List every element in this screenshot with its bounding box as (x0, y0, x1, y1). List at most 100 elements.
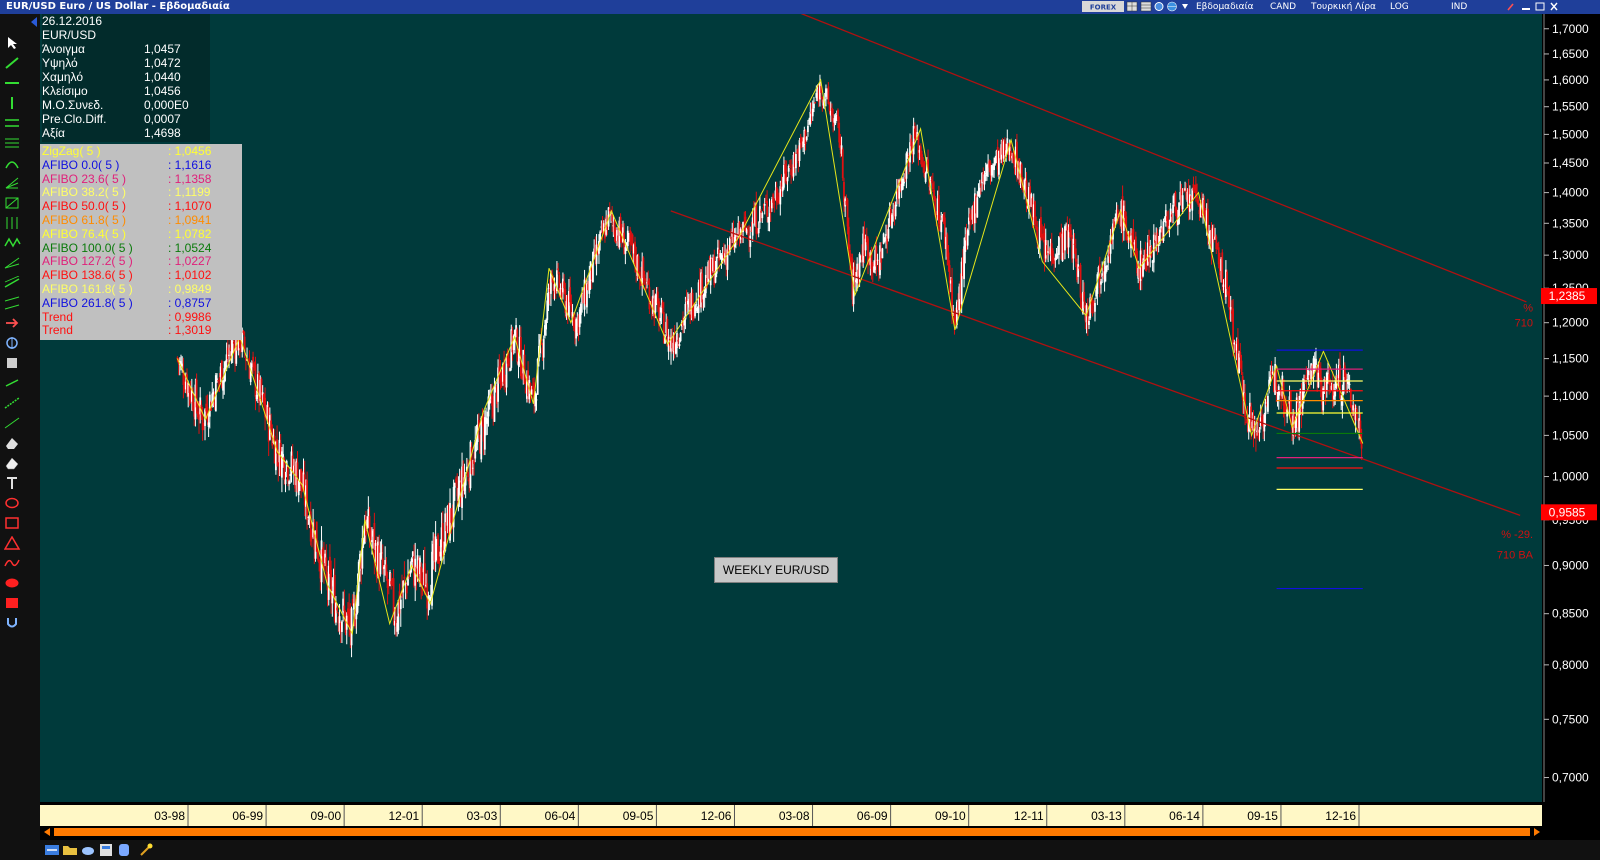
clear-all-icon[interactable] (4, 456, 21, 470)
magic-icon[interactable] (138, 842, 154, 857)
candle-body (746, 227, 749, 230)
candle-body (831, 107, 833, 116)
candle-body (1239, 351, 1242, 358)
fan-tool-icon[interactable] (4, 176, 21, 190)
horizontal-scrollbar[interactable] (40, 826, 1542, 838)
trendline-tool-icon[interactable] (4, 56, 21, 70)
move-tool-icon[interactable] (4, 376, 21, 390)
globe-icon[interactable] (1166, 1, 1178, 12)
candle-body (608, 209, 611, 212)
eraser-icon[interactable] (4, 436, 21, 450)
price-chart[interactable]: 1,7000 1,6500 1,6000 1,5500 1,5000 1,4500 1,40… (40, 14, 1600, 805)
candle-body (335, 602, 337, 623)
magnet-tool-icon[interactable] (4, 616, 21, 630)
restore-icon[interactable] (1534, 1, 1546, 12)
time-axis[interactable]: 03-98 06-99 09-00 12-01 03-03 06-04 09-05 12-06… (40, 805, 1542, 826)
candle-body (1073, 243, 1076, 245)
indicators-option[interactable]: IND (1451, 0, 1467, 14)
title-bar: EUR/USD Euro / US Dollar - Εβδομαδιαία F… (0, 0, 1600, 14)
indicator-row[interactable]: AFIBO 23.6( 5 ): 1,1358 (40, 172, 242, 186)
scale-option[interactable]: LOG (1390, 0, 1409, 14)
cursor-icon[interactable] (4, 36, 21, 50)
candle-body (795, 153, 797, 169)
filled-ellipse-tool-icon[interactable] (4, 576, 21, 590)
cycle-tool-icon[interactable] (4, 216, 21, 230)
extend-line-tool-icon[interactable] (4, 396, 21, 410)
indicator-row[interactable]: ZigZag( 5 ): 1,0456 (40, 144, 242, 158)
scroll-left-icon[interactable] (42, 827, 52, 837)
horizontal-line-tool-icon[interactable] (4, 76, 21, 90)
minimize-icon[interactable] (1520, 1, 1532, 12)
candle-body (250, 363, 253, 368)
indicator-row[interactable]: AFIBO 100.0( 5 ): 1,0524 (40, 241, 242, 255)
speed-line-tool-icon[interactable] (4, 256, 21, 270)
gann-tool-icon[interactable] (4, 196, 21, 210)
settings-icon[interactable] (1153, 1, 1165, 12)
period-option[interactable]: Εβδομαδιαία (1196, 0, 1254, 14)
crosshair-icon[interactable] (4, 336, 21, 350)
freehand-tool-icon[interactable] (4, 556, 21, 570)
candle-body (255, 394, 258, 399)
candle-body (837, 109, 839, 121)
pin-icon[interactable] (1505, 1, 1517, 12)
candle-body (940, 220, 943, 233)
candle-body (507, 358, 510, 367)
candle-body (1088, 320, 1090, 325)
open-icon[interactable] (44, 842, 60, 857)
grid-icon[interactable] (1126, 1, 1138, 12)
zoom-tool-icon[interactable] (4, 356, 21, 370)
scroll-thumb[interactable] (54, 828, 1530, 836)
indicator-label: Trend (42, 309, 73, 324)
regression-tool-icon[interactable] (4, 276, 21, 290)
wave-tool-icon[interactable] (4, 236, 21, 250)
indicator-label: AFIBO 38.2( 5 ) (42, 185, 127, 200)
chevron-down-icon[interactable] (1179, 1, 1191, 12)
quote-info-value: 1,0456 (144, 84, 181, 98)
indicator-row[interactable]: AFIBO 61.8( 5 ): 1,0941 (40, 213, 242, 227)
x-tick-label: 09-10 (935, 809, 966, 823)
channel-tool-icon[interactable] (4, 116, 21, 130)
folder-icon[interactable] (62, 842, 78, 857)
indicator-row[interactable]: AFIBO 38.2( 5 ): 1,1199 (40, 185, 242, 199)
print-icon[interactable] (98, 842, 114, 857)
indicator-row[interactable]: AFIBO 161.8( 5 ): 0,9849 (40, 282, 242, 296)
parallel-tool-icon[interactable] (4, 296, 21, 310)
indicator-row[interactable]: AFIBO 0.0( 5 ): 1,1616 (40, 158, 242, 172)
indicator-row[interactable]: Trend: 0,9986 (40, 310, 242, 324)
candle-body (983, 174, 986, 185)
candle-body (695, 304, 698, 306)
indicator-row[interactable]: AFIBO 138.6( 5 ): 1,0102 (40, 268, 242, 282)
ellipse-tool-icon[interactable] (4, 496, 21, 510)
arrow-tool-icon[interactable] (4, 316, 21, 330)
text-tool-icon[interactable] (4, 476, 21, 490)
filled-rectangle-tool-icon[interactable] (4, 596, 21, 610)
back-arrow-icon[interactable] (28, 16, 40, 28)
candle-body (1226, 271, 1228, 289)
candle-body (766, 201, 768, 217)
scroll-right-icon[interactable] (1532, 827, 1542, 837)
ray-tool-icon[interactable] (4, 416, 21, 430)
chart-label[interactable]: WEEKLY EUR/USD (714, 557, 838, 583)
indicator-row[interactable]: Trend: 1,3019 (40, 323, 242, 337)
chart-style-option[interactable]: CAND (1270, 0, 1296, 14)
close-icon[interactable] (1548, 1, 1560, 12)
candle-body (421, 578, 424, 580)
triangle-tool-icon[interactable] (4, 536, 21, 550)
indicator-value: : 1,3019 (168, 323, 212, 338)
x-tick-label: 12-06 (701, 809, 732, 823)
candle-body (811, 108, 814, 117)
indicator-row[interactable]: AFIBO 76.4( 5 ): 1,0782 (40, 227, 242, 241)
x-tick-label: 03-98 (154, 809, 185, 823)
indicator-row[interactable]: AFIBO 50.0( 5 ): 1,1070 (40, 199, 242, 213)
indicator-row[interactable]: AFIBO 127.2( 5 ): 1,0227 (40, 254, 242, 268)
currency-option[interactable]: Τουρκική Λίρα (1311, 0, 1376, 14)
rectangle-tool-icon[interactable] (4, 516, 21, 530)
fibonacci-tool-icon[interactable] (4, 136, 21, 150)
save-icon[interactable] (80, 842, 96, 857)
arc-tool-icon[interactable] (4, 156, 21, 170)
database-icon[interactable] (116, 842, 132, 857)
indicator-row[interactable]: AFIBO 261.8( 5 ): 0,8757 (40, 296, 242, 310)
vertical-line-tool-icon[interactable] (4, 96, 21, 110)
x-tick-label: 09-05 (623, 809, 654, 823)
table-icon[interactable] (1140, 1, 1152, 12)
